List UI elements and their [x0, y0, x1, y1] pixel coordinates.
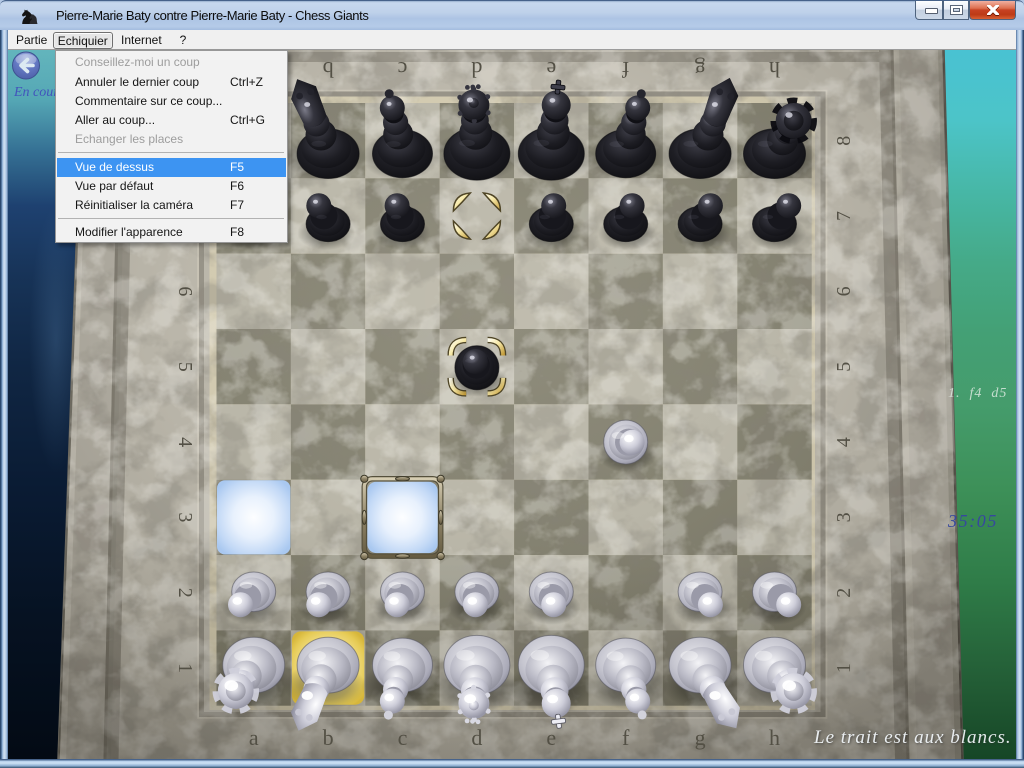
svg-text:a: a [249, 725, 259, 750]
svg-text:2: 2 [174, 588, 196, 598]
svg-text:b: b [323, 57, 334, 82]
svg-text:g: g [695, 57, 706, 82]
svg-text:3: 3 [833, 512, 855, 522]
svg-text:h: h [769, 725, 780, 750]
svg-text:d: d [471, 725, 482, 750]
svg-text:e: e [546, 57, 556, 82]
svg-text:g: g [695, 725, 706, 750]
svg-text:h: h [769, 57, 780, 82]
svg-text:c: c [398, 725, 408, 750]
svg-text:f: f [621, 57, 629, 82]
svg-text:b: b [323, 725, 334, 750]
svg-text:3: 3 [174, 512, 196, 522]
svg-text:2: 2 [833, 588, 855, 598]
svg-text:6: 6 [174, 286, 196, 296]
svg-text:4: 4 [833, 437, 855, 447]
svg-text:1: 1 [833, 663, 855, 673]
svg-text:5: 5 [174, 362, 196, 372]
svg-text:c: c [397, 57, 407, 82]
svg-text:4: 4 [174, 437, 196, 447]
svg-text:e: e [546, 725, 556, 750]
svg-text:6: 6 [833, 286, 855, 296]
svg-text:1: 1 [174, 663, 196, 673]
svg-text:d: d [471, 57, 482, 82]
svg-text:7: 7 [833, 211, 855, 221]
svg-text:8: 8 [833, 136, 855, 146]
svg-text:f: f [622, 725, 630, 750]
svg-text:5: 5 [833, 362, 855, 372]
